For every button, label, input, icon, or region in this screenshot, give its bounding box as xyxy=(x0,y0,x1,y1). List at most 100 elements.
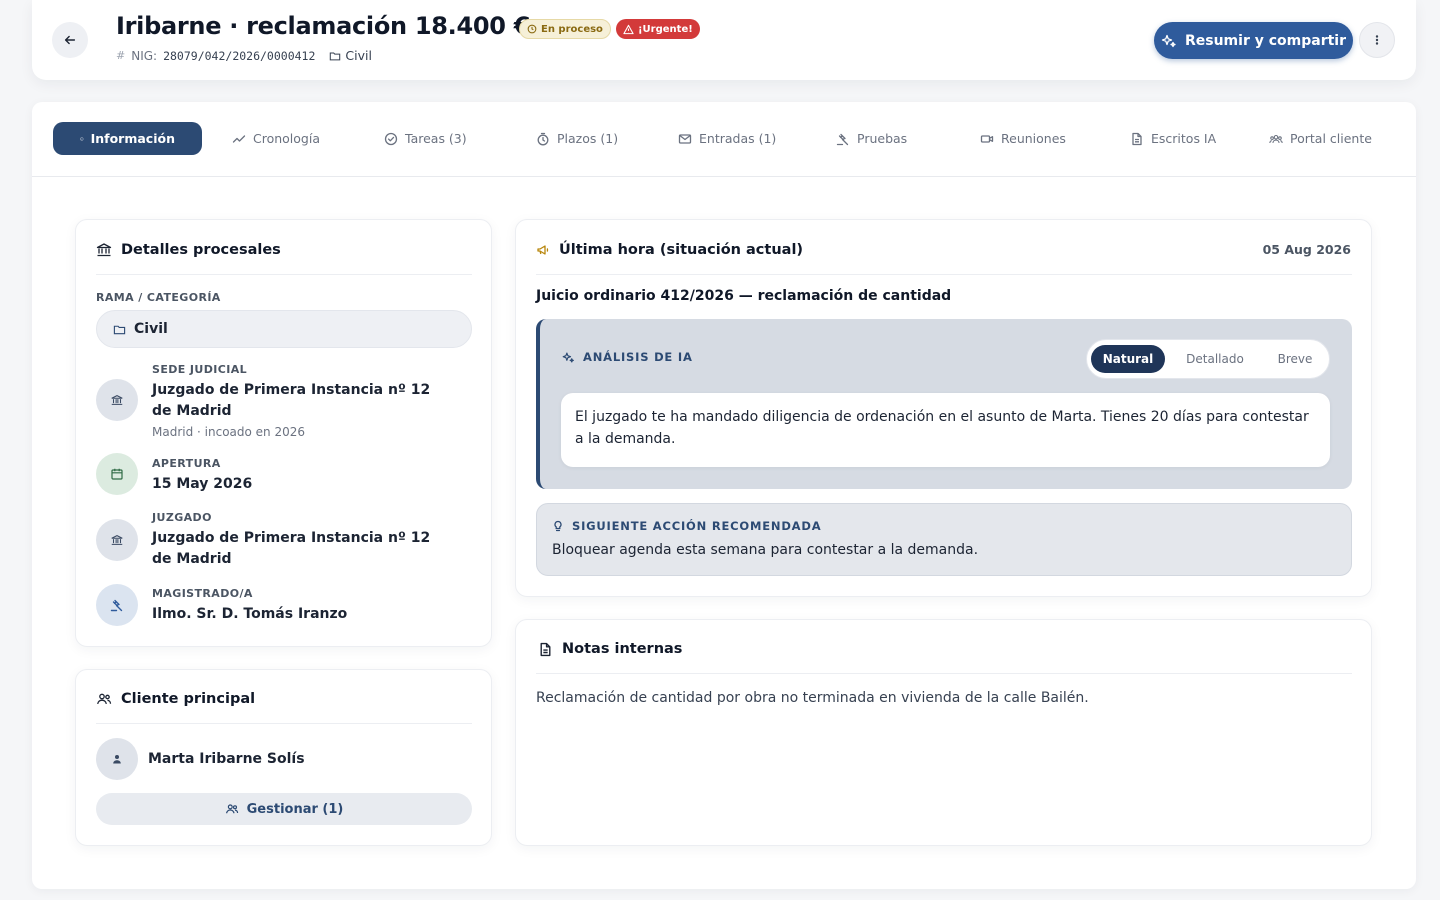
bank-icon xyxy=(111,535,123,545)
divider xyxy=(536,274,1352,275)
tab-label: Plazos (1) xyxy=(557,131,619,146)
detail-value: Juzgado de Primera Instancia nº 12 de Ma… xyxy=(152,530,431,567)
arrow-left-icon xyxy=(64,35,76,45)
summarize-share-button[interactable]: Resumir y compartir xyxy=(1154,22,1353,59)
detail-value: 15 May 2026 xyxy=(152,476,253,492)
warning-icon xyxy=(623,24,634,34)
mail-icon xyxy=(678,133,692,144)
manage-clients-label: Gestionar (1) xyxy=(246,801,344,817)
tab-plazos[interactable]: Plazos (1) xyxy=(536,122,618,155)
detail-key: MAGISTRADO/A xyxy=(152,587,253,600)
tab-reuniones[interactable]: Reuniones xyxy=(980,122,1066,155)
more-options-button[interactable] xyxy=(1359,22,1395,58)
avatar xyxy=(96,738,138,780)
gavel-icon xyxy=(836,133,849,145)
card-title-text: Notas internas xyxy=(562,641,683,657)
urgent-badge-label: ¡Urgente! xyxy=(638,23,693,35)
main-client-card: Cliente principal Marta Iribarne Solís G… xyxy=(75,669,492,846)
client-row[interactable]: Marta Iribarne Solís xyxy=(96,738,305,780)
mode-detallado[interactable]: Detallado xyxy=(1175,345,1255,373)
tab-label: Cronología xyxy=(253,131,320,146)
tab-portal-cliente[interactable]: Portal cliente xyxy=(1269,122,1372,155)
divider xyxy=(96,274,472,275)
procedural-details-card: Detalles procesales RAMA / CATEGORÍA Civ… xyxy=(75,219,492,647)
card-title: Última hora (situación actual) xyxy=(536,242,803,258)
page-title: Iribarne · reclamación 18.400 € xyxy=(116,12,531,40)
summary-mode-toggle: Natural Detallado Breve xyxy=(1086,339,1330,379)
megaphone-icon xyxy=(537,245,549,255)
card-title: Cliente principal xyxy=(96,691,255,707)
ai-analysis-box: ANÁLISIS DE IA Natural Detallado Breve E… xyxy=(536,319,1352,489)
timer-icon xyxy=(537,132,549,145)
detail-value: Juzgado de Primera Instancia nº 12 de Ma… xyxy=(152,382,431,419)
category-label: RAMA / CATEGORÍA xyxy=(96,291,221,304)
case-subtitle: Juicio ordinario 412/2026 — reclamación … xyxy=(536,288,952,304)
more-vertical-icon xyxy=(1375,35,1379,45)
back-button[interactable] xyxy=(52,22,88,58)
tab-label: Información xyxy=(90,131,175,146)
bank-icon xyxy=(96,243,112,257)
status-badge-label: En proceso xyxy=(541,23,603,35)
tab-cronologia[interactable]: Cronología xyxy=(232,122,320,155)
next-action-box: SIGUIENTE ACCIÓN RECOMENDADA Bloquear ag… xyxy=(536,503,1352,576)
tab-escritos-ia[interactable]: Escritos IA xyxy=(1130,122,1216,155)
gavel-icon-wrap xyxy=(96,584,138,626)
trend-icon xyxy=(232,134,246,143)
case-category-label: Civil xyxy=(345,48,372,63)
tab-informacion[interactable]: Información xyxy=(53,122,202,155)
manage-clients-button[interactable]: Gestionar (1) xyxy=(96,793,472,825)
internal-notes-card: Notas internas Reclamación de cantidad p… xyxy=(515,619,1372,846)
case-meta: # NIG: 28079/042/2026/0000412 Civil xyxy=(116,48,372,63)
tab-label: Reuniones xyxy=(1001,131,1066,146)
category-chip-label: Civil xyxy=(134,321,168,337)
detail-sede-judicial: SEDE JUDICIAL Juzgado de Primera Instanc… xyxy=(152,363,452,439)
mode-breve[interactable]: Breve xyxy=(1263,345,1327,373)
category-chip: Civil xyxy=(96,310,472,348)
folder-icon xyxy=(330,51,341,60)
next-action-label-text: SIGUIENTE ACCIÓN RECOMENDADA xyxy=(572,519,822,533)
next-action-text: Bloquear agenda esta semana para contest… xyxy=(552,542,979,558)
mode-natural[interactable]: Natural xyxy=(1091,345,1165,373)
court-icon-wrap xyxy=(96,379,138,421)
ai-analysis-label: ANÁLISIS DE IA xyxy=(562,350,693,364)
users-icon xyxy=(225,804,238,814)
users-icon xyxy=(97,693,112,705)
client-name: Marta Iribarne Solís xyxy=(148,751,305,767)
detail-value: Ilmo. Sr. D. Tomás Iranzo xyxy=(152,606,348,622)
folder-icon xyxy=(113,325,126,334)
status-badge: En proceso xyxy=(519,19,611,39)
status-date: 05 Aug 2026 xyxy=(1262,242,1351,257)
check-circle-icon xyxy=(384,132,398,145)
tab-label: Tareas (3) xyxy=(405,131,467,146)
divider xyxy=(536,673,1352,674)
case-category: Civil xyxy=(329,48,372,63)
card-title: Notas internas xyxy=(538,641,682,657)
group-icon xyxy=(1269,134,1283,143)
card-title: Detalles procesales xyxy=(96,242,281,258)
sparkle-icon xyxy=(1161,34,1176,47)
ai-analysis-text: El juzgado te ha mandado diligencia de o… xyxy=(561,393,1330,467)
bank-icon xyxy=(111,395,123,405)
detail-key: APERTURA xyxy=(152,457,221,470)
lightbulb-icon xyxy=(554,520,562,532)
clock-icon xyxy=(527,24,537,34)
sparkle-icon xyxy=(562,351,574,363)
tab-tareas[interactable]: Tareas (3) xyxy=(384,122,467,155)
internal-notes-text: Reclamación de cantidad por obra no term… xyxy=(536,690,1089,706)
ai-analysis-label-text: ANÁLISIS DE IA xyxy=(583,350,693,364)
document-icon xyxy=(540,642,551,656)
document-icon xyxy=(1132,132,1142,145)
latest-status-card: Última hora (situación actual) 05 Aug 20… xyxy=(515,219,1372,597)
info-icon xyxy=(80,136,84,141)
detail-sub: Madrid · incoado en 2026 xyxy=(152,425,305,439)
detail-apertura: APERTURA 15 May 2026 xyxy=(152,457,452,495)
detail-key: JUZGADO xyxy=(152,511,212,524)
calendar-icon xyxy=(111,468,123,480)
tab-entradas[interactable]: Entradas (1) xyxy=(678,122,776,155)
nig-value: 28079/042/2026/0000412 xyxy=(163,48,316,63)
video-icon xyxy=(980,134,994,143)
divider xyxy=(96,723,472,724)
tab-pruebas[interactable]: Pruebas xyxy=(836,122,907,155)
hash-icon: # xyxy=(116,49,126,62)
card-title-text: Cliente principal xyxy=(121,691,256,707)
